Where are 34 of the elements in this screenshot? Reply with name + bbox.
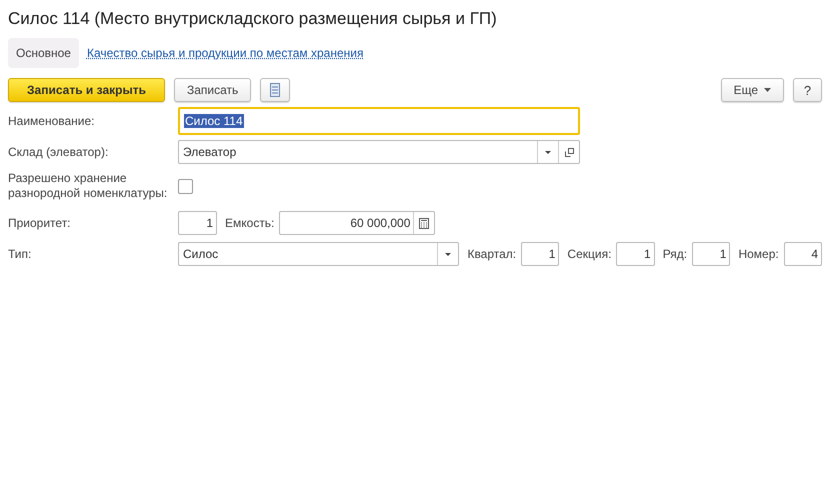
caret-icon — [764, 88, 771, 92]
field-label: Номер: — [737, 247, 780, 261]
tab[interactable]: Качество сырья и продукции по местам хранения — [86, 38, 364, 68]
field-label: Квартал: — [466, 247, 518, 261]
field-label: Тип: — [8, 247, 32, 261]
caret-icon — [545, 150, 551, 154]
field-label: Приоритет: — [8, 216, 72, 230]
caret-icon — [445, 252, 452, 256]
type-field[interactable]: Силос — [178, 242, 460, 266]
field-label: Емкость: — [224, 216, 276, 230]
number-field[interactable]: 1 — [692, 242, 730, 266]
list-icon — [270, 83, 280, 97]
calculator-icon — [419, 218, 430, 228]
save-and-close-button[interactable]: Записать и закрыть — [8, 78, 165, 102]
number-field[interactable]: 1 — [616, 242, 655, 266]
warehouse-field[interactable]: Элеватор — [178, 140, 580, 164]
checkbox[interactable] — [178, 178, 193, 194]
field-label: Наименование: — [8, 114, 96, 128]
window-title: Силос 114 (Место внутрискладского размещения сырья и ГП) — [8, 8, 498, 30]
name-field[interactable]: Силос 114 — [178, 107, 580, 135]
save-button[interactable]: Записать — [174, 78, 252, 102]
field-label: Секция: — [566, 247, 612, 261]
tab[interactable]: Основное — [8, 38, 79, 68]
number-field[interactable]: 4 — [784, 242, 822, 266]
open-icon — [564, 148, 574, 156]
number-field[interactable]: 1 — [521, 242, 560, 266]
field-label: Разрешено хранение разнородной номенклатуры: — [8, 171, 168, 201]
more-button[interactable]: Еще — [720, 78, 784, 102]
help-button[interactable]: ? — [793, 78, 822, 102]
priority-field[interactable]: 1 — [178, 211, 217, 235]
list-button[interactable] — [260, 78, 290, 102]
field-label: Ряд: — [662, 247, 688, 261]
capacity-field[interactable]: 60 000,000 — [279, 211, 436, 235]
field-label: Склад (элеватор): — [8, 145, 110, 159]
